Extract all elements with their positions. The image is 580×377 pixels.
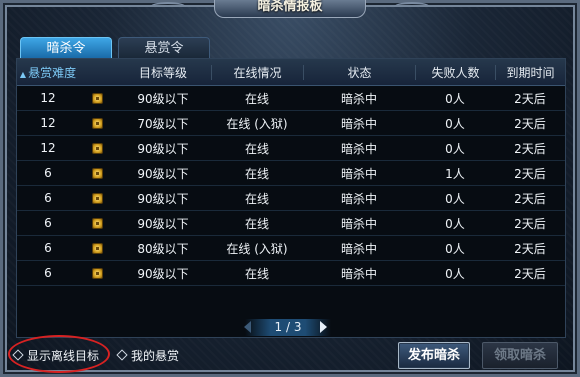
cell-failures: 0人 bbox=[445, 216, 465, 231]
cell-level: 90级以下 bbox=[137, 216, 189, 231]
window-title: 暗杀情报板 bbox=[214, 0, 366, 18]
cell-status: 暗杀中 bbox=[340, 116, 377, 131]
cell-status: 暗杀中 bbox=[340, 216, 377, 231]
cell-expire: 2天后 bbox=[514, 191, 546, 206]
bounty-table: ▲ 悬赏难度 目标等级 在线情况 状态 失败人数 到期时间 12 90级以下 在线… bbox=[16, 58, 566, 338]
title-ornament-right bbox=[394, 2, 430, 12]
cell-difficulty: 12 bbox=[40, 141, 56, 155]
header-failures[interactable]: 失败人数 bbox=[416, 64, 495, 81]
coin-icon bbox=[91, 117, 103, 129]
cell-difficulty: 12 bbox=[40, 91, 56, 105]
coin-icon bbox=[91, 242, 103, 254]
cell-expire: 2天后 bbox=[514, 166, 546, 181]
cell-status: 暗杀中 bbox=[340, 241, 377, 256]
table-row[interactable]: 6 90级以下 在线 暗杀中 1人 2天后 bbox=[17, 161, 565, 186]
cell-status: 暗杀中 bbox=[340, 91, 377, 106]
claim-assassination-button[interactable]: 领取暗杀 bbox=[482, 342, 558, 369]
cell-expire: 2天后 bbox=[514, 91, 546, 106]
header-difficulty[interactable]: ▲ 悬赏难度 bbox=[17, 64, 79, 81]
cell-difficulty: 6 bbox=[44, 241, 52, 255]
cell-online: 在线 bbox=[244, 191, 269, 206]
table-row[interactable]: 12 70级以下 在线 (入狱) 暗杀中 0人 2天后 bbox=[17, 111, 565, 136]
cell-difficulty: 6 bbox=[44, 216, 52, 230]
table-row[interactable]: 6 90级以下 在线 暗杀中 0人 2天后 bbox=[17, 261, 565, 286]
table-row[interactable]: 6 90级以下 在线 暗杀中 0人 2天后 bbox=[17, 186, 565, 211]
cell-failures: 0人 bbox=[445, 191, 465, 206]
tab-bounty-order[interactable]: 悬赏令 bbox=[118, 37, 210, 58]
cell-expire: 2天后 bbox=[514, 216, 546, 231]
cell-status: 暗杀中 bbox=[340, 266, 377, 281]
cell-status: 暗杀中 bbox=[340, 166, 377, 181]
my-bounty-label: 我的悬赏 bbox=[131, 348, 180, 363]
prev-page-icon[interactable] bbox=[244, 321, 251, 333]
header-expire[interactable]: 到期时间 bbox=[496, 64, 565, 81]
cell-level: 70级以下 bbox=[137, 116, 189, 131]
cell-difficulty: 6 bbox=[44, 266, 52, 280]
cell-failures: 0人 bbox=[445, 116, 465, 131]
my-bounty-checkbox[interactable]: 我的悬赏 bbox=[116, 347, 180, 363]
header-online-status[interactable]: 在线情况 bbox=[212, 64, 303, 81]
sort-up-icon: ▲ bbox=[19, 69, 27, 79]
table-header: ▲ 悬赏难度 目标等级 在线情况 状态 失败人数 到期时间 bbox=[17, 59, 565, 86]
coin-icon bbox=[91, 192, 103, 204]
cell-difficulty: 12 bbox=[40, 116, 56, 130]
checkbox-diamond-icon bbox=[12, 349, 24, 361]
coin-icon bbox=[91, 92, 103, 104]
cell-online: 在线 bbox=[244, 141, 269, 156]
cell-expire: 2天后 bbox=[514, 116, 546, 131]
cell-failures: 0人 bbox=[445, 241, 465, 256]
cell-status: 暗杀中 bbox=[340, 191, 377, 206]
cell-online: 在线 (入狱) bbox=[226, 241, 288, 256]
cell-level: 90级以下 bbox=[137, 266, 189, 281]
cell-expire: 2天后 bbox=[514, 241, 546, 256]
cell-difficulty: 6 bbox=[44, 191, 52, 205]
table-row[interactable]: 12 90级以下 在线 暗杀中 0人 2天后 bbox=[17, 136, 565, 161]
coin-icon bbox=[91, 142, 103, 154]
cell-status: 暗杀中 bbox=[340, 141, 377, 156]
cell-expire: 2天后 bbox=[514, 266, 546, 281]
cell-level: 90级以下 bbox=[137, 166, 189, 181]
cell-online: 在线 (入狱) bbox=[226, 116, 288, 131]
table-row[interactable]: 12 90级以下 在线 暗杀中 0人 2天后 bbox=[17, 86, 565, 111]
next-page-icon[interactable] bbox=[320, 321, 327, 333]
cell-failures: 0人 bbox=[445, 266, 465, 281]
cell-expire: 2天后 bbox=[514, 141, 546, 156]
cell-online: 在线 bbox=[244, 166, 269, 181]
show-offline-label: 显示离线目标 bbox=[27, 348, 100, 363]
cell-online: 在线 bbox=[244, 91, 269, 106]
coin-icon bbox=[91, 267, 103, 279]
header-target-level[interactable]: 目标等级 bbox=[115, 64, 211, 81]
show-offline-checkbox[interactable]: 显示离线目标 bbox=[12, 347, 100, 363]
page-indicator: 1 / 3 bbox=[245, 319, 331, 336]
cell-failures: 0人 bbox=[445, 141, 465, 156]
coin-icon bbox=[91, 167, 103, 179]
cell-level: 90级以下 bbox=[137, 141, 189, 156]
coin-icon bbox=[91, 217, 103, 229]
cell-level: 90级以下 bbox=[137, 91, 189, 106]
cell-failures: 0人 bbox=[445, 91, 465, 106]
cell-online: 在线 bbox=[244, 266, 269, 281]
cell-failures: 1人 bbox=[445, 166, 465, 181]
cell-level: 90级以下 bbox=[137, 191, 189, 206]
checkbox-diamond-icon bbox=[116, 349, 128, 361]
cell-difficulty: 6 bbox=[44, 166, 52, 180]
publish-assassination-button[interactable]: 发布暗杀 bbox=[398, 342, 470, 369]
title-ornament-left bbox=[150, 2, 186, 12]
tab-assassination-order[interactable]: 暗杀令 bbox=[20, 37, 112, 58]
cell-online: 在线 bbox=[244, 216, 269, 231]
table-row[interactable]: 6 80级以下 在线 (入狱) 暗杀中 0人 2天后 bbox=[17, 236, 565, 261]
header-state[interactable]: 状态 bbox=[304, 64, 415, 81]
table-row[interactable]: 6 90级以下 在线 暗杀中 0人 2天后 bbox=[17, 211, 565, 236]
cell-level: 80级以下 bbox=[137, 241, 189, 256]
